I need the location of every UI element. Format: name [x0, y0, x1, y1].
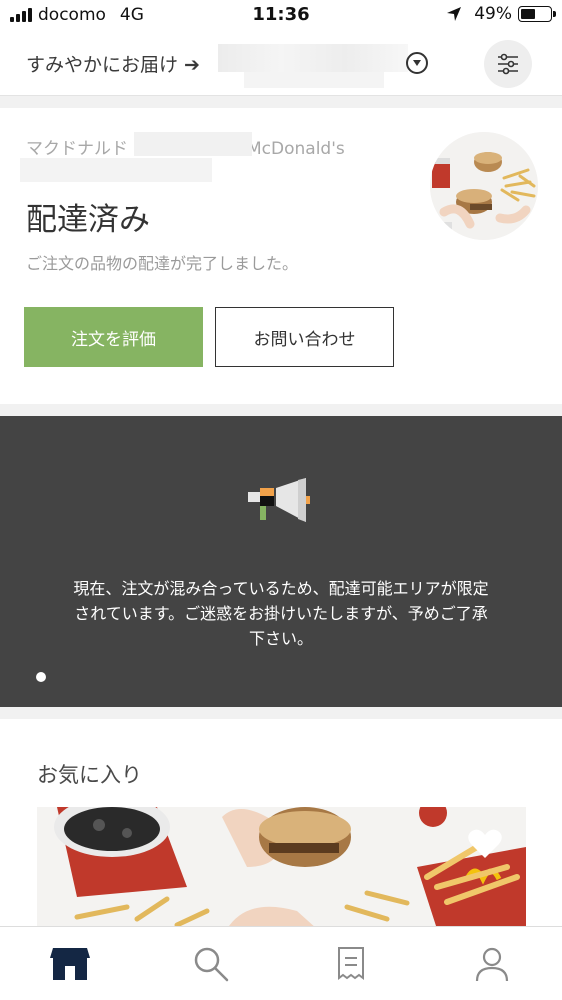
battery-percent: 49% — [474, 4, 512, 24]
favorite-heart-icon[interactable] — [468, 829, 502, 859]
megaphone-icon — [248, 478, 310, 522]
status-bar: docomo 4G 11:36 49% — [0, 0, 562, 32]
rate-order-button[interactable]: 注文を評価 — [24, 307, 203, 367]
battery-fill — [521, 9, 535, 19]
chevron-down-icon — [413, 60, 421, 66]
nav-orders[interactable] — [281, 927, 422, 1000]
search-icon — [194, 947, 228, 982]
food-photo-illustration — [430, 132, 538, 240]
address-redacted-shadow — [244, 72, 384, 88]
app-header: すみやかにお届け ➔ — [0, 32, 562, 96]
carousel-dot-active[interactable] — [36, 672, 46, 682]
store-address-redacted — [20, 158, 212, 182]
status-right: 49% — [446, 4, 556, 24]
location-arrow-icon — [447, 7, 462, 21]
filter-button[interactable] — [484, 40, 532, 88]
favorite-store-card[interactable] — [37, 807, 526, 929]
announcement-message: 現在、注文が混み合っているため、配達可能エリアが限定されています。ご迷惑をお掛け… — [73, 579, 489, 648]
announcement-banner[interactable]: 現在、注文が混み合っているため、配達可能エリアが限定されています。ご迷惑をお掛け… — [0, 416, 562, 707]
home-icon — [50, 948, 91, 980]
order-status-description: ご注文の品物の配達が完了しました。 — [26, 254, 299, 273]
receipt-icon — [338, 947, 365, 980]
order-status-title: 配達済み — [26, 202, 150, 238]
address-dropdown-button[interactable] — [406, 52, 428, 74]
delivery-time-label[interactable]: すみやかにお届け ➔ — [26, 50, 200, 77]
battery-icon — [518, 6, 556, 22]
bottom-navigation — [0, 926, 562, 1000]
favorite-store-photo — [37, 807, 526, 929]
nav-search[interactable] — [141, 927, 282, 1000]
store-photo — [430, 132, 538, 240]
order-card: マクドナルド McDonald's 配達済み ご注文の品物の配達が完了しました。… — [0, 108, 562, 404]
store-name-redacted — [134, 132, 252, 156]
sliders-icon — [498, 53, 518, 75]
account-icon — [475, 947, 508, 982]
nav-home[interactable] — [0, 927, 141, 1000]
nav-account[interactable] — [422, 927, 562, 1000]
contact-button[interactable]: お問い合わせ — [215, 307, 394, 367]
favorites-section: お気に入り — [0, 719, 562, 929]
address-redacted[interactable] — [218, 44, 408, 72]
favorites-title: お気に入り — [37, 763, 142, 787]
